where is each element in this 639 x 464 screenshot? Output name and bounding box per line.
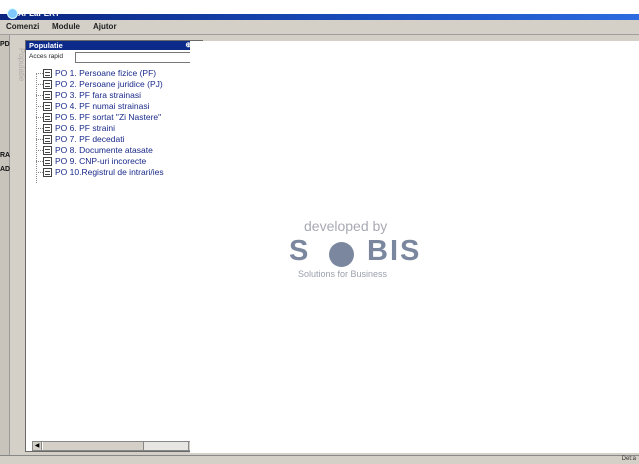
- strip-label-ra[interactable]: RA: [0, 152, 10, 159]
- main-workspace: developed by S BIS Solutions for Busines…: [190, 41, 639, 453]
- app-icon: [7, 8, 18, 19]
- tree-item-po10[interactable]: PO 10.Registrul de intrari/ies: [36, 167, 164, 178]
- horizontal-scrollbar[interactable]: ◀ ▶: [32, 441, 198, 451]
- form-icon: [43, 113, 52, 123]
- sobis-logo-left: S: [289, 235, 311, 267]
- quick-access-label: Acces rapid: [29, 53, 63, 60]
- populatie-panel: Populatie ⊕ ✕ Acces rapid PO 1. Persoane…: [25, 40, 203, 452]
- status-right-text: Det:a: [621, 456, 636, 462]
- menu-module[interactable]: Module: [52, 22, 80, 31]
- menu-bar: Comenzi Module Ajutor: [0, 20, 639, 35]
- tree-item-po5[interactable]: PO 5. PF sortat "Zi Nastere": [36, 112, 161, 123]
- developed-by-text: developed by: [304, 218, 388, 234]
- scroll-thumb[interactable]: [42, 442, 144, 450]
- module-tree: PO 1. Persoane fizice (PF) PO 2. Persoan…: [32, 68, 200, 188]
- tree-item-po4[interactable]: PO 4. PF numai strainasi: [36, 101, 149, 112]
- form-icon: [43, 124, 52, 134]
- form-icon: [43, 80, 52, 90]
- tree-item-po6[interactable]: PO 6. PF straini: [36, 123, 115, 134]
- window-title: APLaPERT: [18, 9, 60, 18]
- tree-item-po9[interactable]: PO 9. CNP-uri incorecte: [36, 156, 146, 167]
- tree-item-po1[interactable]: PO 1. Persoane fizice (PF): [36, 68, 156, 79]
- top-overlay: [0, 0, 639, 14]
- tree-item-po8[interactable]: PO 8. Documente atasate: [36, 145, 153, 156]
- quick-access-input[interactable]: [75, 52, 199, 63]
- tab-populatie[interactable]: Populatie: [12, 48, 26, 118]
- sobis-tagline: Solutions for Business: [298, 269, 388, 279]
- tree-item-po3[interactable]: PO 3. PF fara strainasi: [36, 90, 141, 101]
- form-icon: [43, 102, 52, 112]
- strip-label-ad[interactable]: AD: [0, 166, 10, 173]
- strip-label-pd[interactable]: PD: [0, 41, 10, 48]
- menu-ajutor[interactable]: Ajutor: [93, 22, 117, 31]
- form-icon: [43, 157, 52, 167]
- tree-item-po2[interactable]: PO 2. Persoane juridice (PJ): [36, 79, 163, 90]
- left-strip: PD RA AD: [0, 35, 10, 455]
- form-icon: [43, 69, 52, 79]
- form-icon: [43, 168, 52, 178]
- sobis-logo-right: BIS: [367, 235, 422, 267]
- form-icon: [43, 146, 52, 156]
- scroll-left-icon[interactable]: ◀: [33, 442, 42, 450]
- panel-title-bar: Populatie ⊕ ✕: [26, 41, 202, 50]
- sobis-ball-icon: [329, 242, 354, 267]
- form-icon: [43, 135, 52, 145]
- form-icon: [43, 91, 52, 101]
- menu-comenzi[interactable]: Comenzi: [6, 22, 39, 31]
- panel-title: Populatie: [29, 41, 63, 50]
- tree-item-po7[interactable]: PO 7. PF decedati: [36, 134, 124, 145]
